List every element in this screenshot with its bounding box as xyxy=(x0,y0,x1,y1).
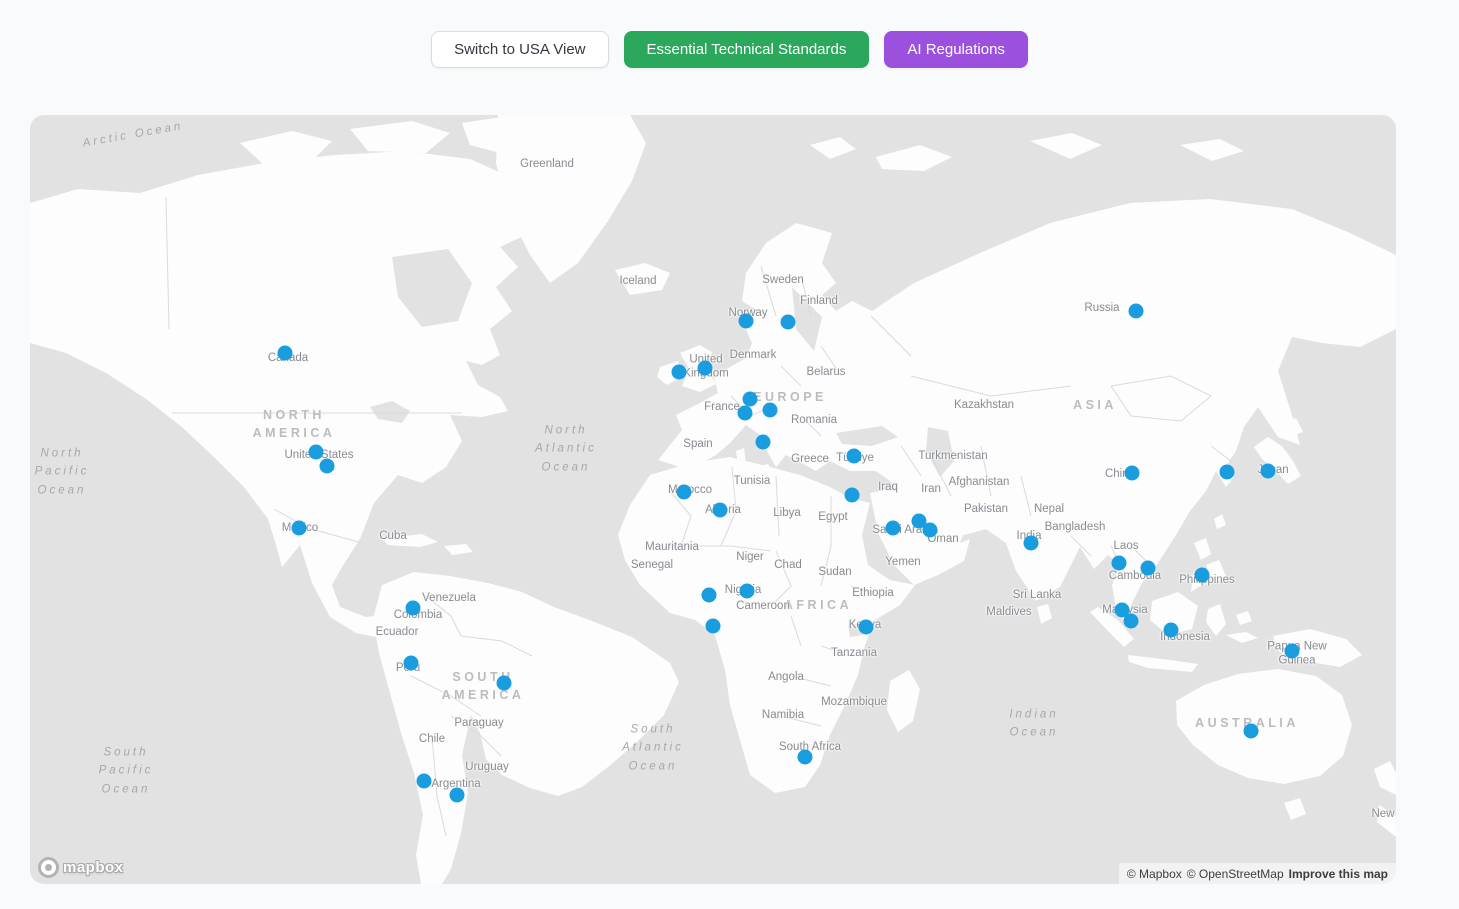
improve-map-link[interactable]: Improve this map xyxy=(1289,867,1388,881)
marker-united-states[interactable] xyxy=(309,445,324,460)
marker-colombia[interactable] xyxy=(406,601,421,616)
toolbar: Switch to USA View Essential Technical S… xyxy=(0,31,1459,68)
mapbox-logo-icon xyxy=(38,857,59,878)
marker-south-korea[interactable] xyxy=(1220,465,1235,480)
marker-singapore[interactable] xyxy=(1124,614,1139,629)
marker-canada[interactable] xyxy=(278,346,293,361)
marker-kenya[interactable] xyxy=(859,620,874,635)
marker-united-arab-emirates[interactable] xyxy=(923,523,938,538)
marker-thailand[interactable] xyxy=(1112,556,1127,571)
marker-austria[interactable] xyxy=(763,403,778,418)
marker-sweden[interactable] xyxy=(781,315,796,330)
marker-ireland[interactable] xyxy=(672,365,687,380)
marker-saudi-arabia[interactable] xyxy=(886,521,901,536)
marker-chile[interactable] xyxy=(417,774,432,789)
osm-attribution-link[interactable]: © OpenStreetMap xyxy=(1187,867,1284,881)
map-attribution: © Mapbox © OpenStreetMap Improve this ma… xyxy=(1119,863,1396,884)
ai-regulations-button[interactable]: AI Regulations xyxy=(884,31,1028,68)
marker-ghana[interactable] xyxy=(702,588,717,603)
mapbox-logo-text: mapbox xyxy=(63,859,124,876)
mapbox-attribution-link[interactable]: © Mapbox xyxy=(1127,867,1182,881)
marker-south-africa[interactable] xyxy=(798,750,813,765)
marker-algeria[interactable] xyxy=(713,503,728,518)
marker-india[interactable] xyxy=(1024,536,1039,551)
marker-argentina[interactable] xyxy=(450,788,465,803)
marker-norway[interactable] xyxy=(739,314,754,329)
world-map-canvas[interactable]: Arctic OceanNorth Pacific OceanNorth Atl… xyxy=(30,115,1396,884)
marker-peru[interactable] xyxy=(404,656,419,671)
marker-nigeria[interactable] xyxy=(740,584,755,599)
marker-philippines[interactable] xyxy=(1195,568,1210,583)
marker-t-rkiye[interactable] xyxy=(847,449,862,464)
marker-japan[interactable] xyxy=(1261,464,1276,479)
mapbox-logo[interactable]: mapbox xyxy=(38,857,124,878)
marker-united-kingdom[interactable] xyxy=(698,361,713,376)
marker-israel[interactable] xyxy=(845,488,860,503)
marker-papua-new-guinea[interactable] xyxy=(1285,644,1300,659)
technical-standards-button[interactable]: Essential Technical Standards xyxy=(624,31,870,68)
marker-vietnam[interactable] xyxy=(1141,561,1156,576)
world-map-land xyxy=(30,115,1396,884)
switch-usa-view-button[interactable]: Switch to USA View xyxy=(431,31,608,68)
marker-brazil[interactable] xyxy=(497,676,512,691)
marker-germany[interactable] xyxy=(743,392,758,407)
marker-indonesia[interactable] xyxy=(1164,623,1179,638)
marker-mexico[interactable] xyxy=(292,521,307,536)
marker-france[interactable] xyxy=(738,406,753,421)
marker-china[interactable] xyxy=(1125,466,1140,481)
marker-united-states[interactable] xyxy=(320,459,335,474)
marker-italy[interactable] xyxy=(756,435,771,450)
marker-russia[interactable] xyxy=(1129,304,1144,319)
marker-australia[interactable] xyxy=(1244,724,1259,739)
marker-equatorial-guinea[interactable] xyxy=(706,619,721,634)
marker-morocco[interactable] xyxy=(677,485,692,500)
